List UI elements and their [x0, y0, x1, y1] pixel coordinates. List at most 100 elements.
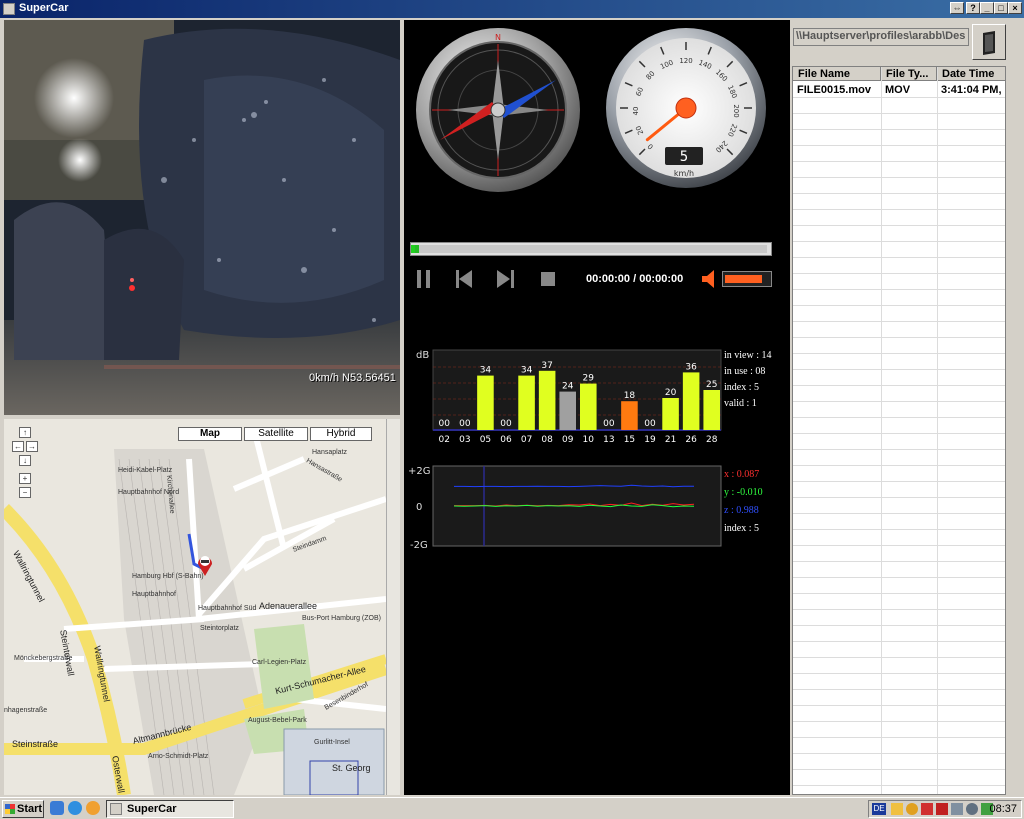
speed-tick-label: 40 — [632, 107, 640, 116]
close-button[interactable]: × — [1008, 2, 1022, 14]
map-label-heidi: Heidi-Kabel-Platz — [118, 467, 173, 474]
map-label-bus-port: Bus-Port Hamburg (ZOB) — [302, 615, 381, 622]
signal-info-valid: valid : 1 — [724, 398, 757, 409]
column-header-file-type[interactable]: File Ty... — [881, 67, 937, 81]
map-type-hybrid-button[interactable]: Hybrid — [310, 427, 372, 441]
signal-bar-category: 06 — [500, 435, 512, 445]
signal-bar-category: 10 — [583, 435, 595, 445]
playback-progress-slider[interactable] — [410, 242, 772, 256]
video-overlay-text: 0km/h N53.56451 — [309, 372, 396, 384]
skip-back-icon[interactable] — [456, 270, 474, 288]
grid-row-line — [793, 721, 1005, 722]
volume-icon[interactable] — [702, 270, 718, 288]
pause-icon[interactable] — [416, 270, 432, 288]
map-label-carl-legien: Carl-Legien-Platz — [252, 659, 307, 666]
signal-bar-value: 00 — [459, 419, 471, 429]
column-header-file-name[interactable]: File Name — [793, 67, 881, 81]
acrobat-icon[interactable] — [936, 803, 948, 815]
taskbar-item-supercar[interactable]: SuperCar — [106, 800, 234, 818]
pan-up-icon[interactable]: ↑ — [19, 427, 31, 438]
signal-bar-value: 00 — [500, 419, 512, 429]
map-panel: ↑ ← → ↓ + − Map Satellite Hybrid Heidi-K… — [4, 419, 400, 795]
stop-icon[interactable] — [540, 271, 556, 287]
grid-row-line — [793, 161, 1005, 162]
grid-col-line — [937, 67, 938, 794]
column-header-date-time[interactable]: Date Time — [937, 67, 1005, 81]
accel-y-label: y : -0.010 — [724, 487, 763, 498]
shield-icon[interactable] — [906, 803, 918, 815]
grid-row-line — [793, 753, 1005, 754]
pan-left-icon[interactable]: ← — [12, 441, 24, 452]
pan-right-icon[interactable]: → — [26, 441, 38, 452]
title-bar[interactable]: SuperCar ⇔ ? _ □ × — [0, 0, 1024, 18]
grid-row-line — [793, 225, 1005, 226]
system-tray: DE 08:37 — [868, 800, 1022, 818]
zoom-in-icon[interactable]: + — [19, 473, 31, 484]
desktop-icon[interactable] — [50, 801, 64, 815]
grid-row-line — [793, 449, 1005, 450]
file-type-cell: MOV — [885, 84, 911, 96]
map-type-map-button[interactable]: Map — [178, 427, 242, 441]
browse-folder-button[interactable] — [972, 24, 1006, 60]
map-label-hbf-sued: Hauptbahnhof Süd — [198, 605, 257, 612]
signal-bar — [662, 398, 679, 430]
file-panel-scrollbar[interactable] — [1008, 20, 1024, 795]
signal-bar-category: 07 — [521, 435, 532, 445]
map-label-steintorplatz: Steintorplatz — [200, 625, 239, 632]
map-scrollbar[interactable] — [386, 419, 400, 795]
signal-bar — [682, 372, 700, 430]
signal-bar-category: 05 — [480, 435, 491, 445]
help-button[interactable]: ? — [966, 2, 980, 14]
grid-row-line — [793, 305, 1005, 306]
minimize-button[interactable]: _ — [980, 2, 994, 14]
internet-explorer-icon[interactable] — [68, 801, 82, 815]
signal-bar-category: 19 — [644, 435, 656, 445]
signal-bar — [580, 383, 597, 430]
grid-row-line — [793, 513, 1005, 514]
map-view[interactable]: ↑ ← → ↓ + − Map Satellite Hybrid Heidi-K… — [4, 419, 386, 795]
signal-bar — [518, 375, 535, 430]
accel-label-zero: 0 — [416, 502, 422, 513]
map-label-adenauer: Adenauerallee — [259, 601, 318, 611]
grid-row-line — [793, 545, 1005, 546]
maximize-button[interactable]: □ — [994, 2, 1008, 14]
update-icon[interactable] — [966, 803, 978, 815]
volume-slider[interactable] — [722, 271, 772, 287]
grid-row-line — [793, 193, 1005, 194]
signal-bar-category: 15 — [624, 435, 635, 445]
grid-row-line — [793, 577, 1005, 578]
zoom-out-icon[interactable]: − — [19, 487, 31, 498]
signal-bar — [538, 370, 556, 430]
grid-row-line — [793, 97, 1005, 98]
grid-row-line — [793, 401, 1005, 402]
path-field[interactable]: \\Hauptserver\profiles\arabb\Des — [793, 28, 969, 46]
language-indicator[interactable]: DE — [872, 803, 886, 815]
mail-icon[interactable] — [891, 803, 903, 815]
video-view[interactable]: 0km/h N53.56451 — [4, 20, 400, 415]
restore-tool-icon[interactable]: ⇔ — [950, 2, 964, 14]
speedometer-gauge: 020406080100 120 140160180200220240 5 km/h — [606, 28, 766, 188]
grid-row-line — [793, 641, 1005, 642]
grid-row-line — [793, 737, 1005, 738]
map-type-satellite-button[interactable]: Satellite — [244, 427, 308, 441]
firefox-icon[interactable] — [86, 801, 100, 815]
grid-row-line — [793, 241, 1005, 242]
grid-row-line — [793, 497, 1005, 498]
signal-bar-category: 26 — [685, 435, 697, 445]
grid-row-line — [793, 257, 1005, 258]
grid-row-line — [793, 593, 1005, 594]
grid-row-line — [793, 177, 1005, 178]
security-icon[interactable] — [921, 803, 933, 815]
signal-bar-value: 20 — [665, 388, 677, 398]
start-button[interactable]: Start — [2, 800, 44, 818]
signal-bar-value: 34 — [480, 366, 492, 376]
network-icon[interactable] — [951, 803, 963, 815]
grid-row-line — [793, 481, 1005, 482]
map-label-bebel: August-Bebel-Park — [248, 717, 307, 724]
accel-info: x : 0.087 y : -0.010 z : 0.988 index : 5 — [724, 466, 763, 538]
grid-row-line — [793, 273, 1005, 274]
pan-down-icon[interactable]: ↓ — [19, 455, 31, 466]
skip-forward-icon[interactable] — [496, 270, 514, 288]
map-label-st-georg: St. Georg — [332, 763, 371, 773]
grid-row-line — [793, 289, 1005, 290]
